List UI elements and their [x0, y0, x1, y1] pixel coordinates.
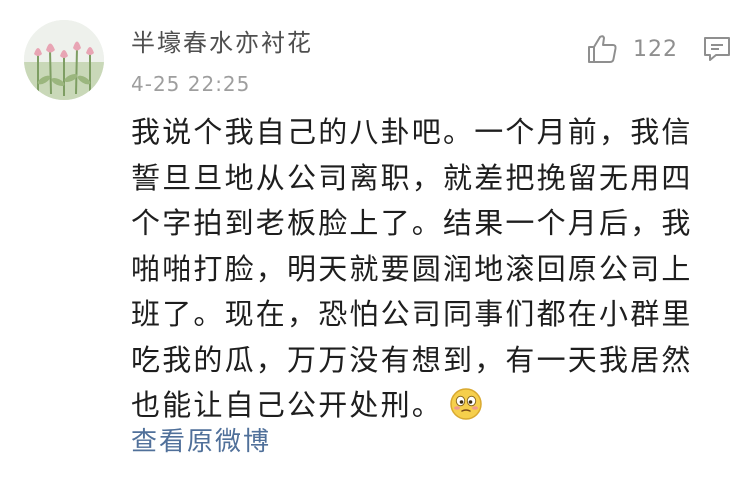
timestamp: 4-25 22:25: [131, 72, 251, 96]
embarrassed-face-emoji-icon: [450, 388, 482, 420]
comment-bubble-icon[interactable]: [702, 34, 732, 64]
view-original-link[interactable]: 查看原微博: [131, 424, 271, 460]
thumbs-up-icon: [588, 35, 617, 63]
comment-text: 我说个我自己的八卦吧。一个月前，我信誓旦旦地从公司离职，就差把挽留无用四个字拍到…: [131, 110, 721, 429]
avatar[interactable]: [24, 20, 104, 100]
like-button[interactable]: 122: [585, 30, 678, 68]
like-count: 122: [633, 36, 678, 62]
tulip-field-avatar-icon: [24, 20, 104, 100]
comment-text-content: 我说个我自己的八卦吧。一个月前，我信誓旦旦地从公司离职，就差把挽留无用四个字拍到…: [131, 115, 693, 422]
username[interactable]: 半壕春水亦衬花: [131, 26, 313, 60]
comment-card: 半壕春水亦衬花 4-25 22:25 122 我说个我自己的八卦吧。一个月前，我…: [0, 0, 750, 488]
